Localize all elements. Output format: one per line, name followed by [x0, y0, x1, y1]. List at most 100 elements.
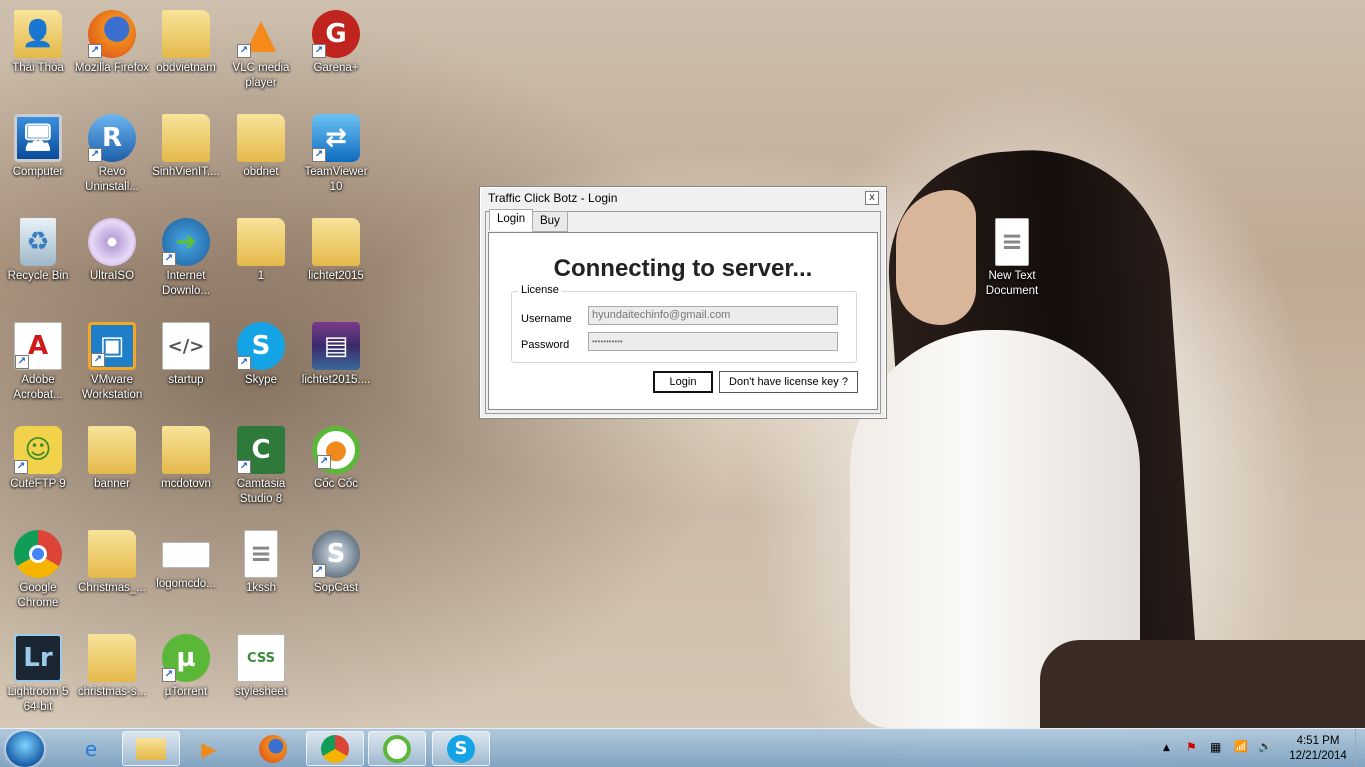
show-desktop-button[interactable] [1355, 729, 1365, 767]
desktop-icon-sopcast[interactable]: S ↗ SopCast [298, 526, 374, 626]
login-button[interactable]: Login [653, 371, 713, 393]
desktop-icon-startup[interactable]: </> startup [148, 318, 224, 418]
desktop-icon-garena[interactable]: G ↗ Garena+ [298, 6, 374, 106]
media-player-icon[interactable]: ▶ [180, 731, 238, 766]
password-field[interactable]: ••••••••••• [588, 332, 838, 351]
teamviewer-icon: ⇄ ↗ [312, 114, 360, 162]
clock-date: 12/21/2014 [1289, 750, 1347, 762]
folder-icon [88, 530, 136, 578]
desktop-icon-skype[interactable]: S ↗ Skype [223, 318, 299, 418]
shortcut-arrow-icon: ↗ [237, 460, 251, 474]
desktop-icon-christmas[interactable]: Christmas_... [74, 526, 150, 626]
network-icon[interactable]: 📶 [1234, 740, 1248, 753]
desktop-icon-logomcdo[interactable]: logomcdo... [148, 526, 224, 626]
taskbar: e ▶ S ▲ ⚑ ▦ 📶 🔊 4:51 PM 12/21/2014 [0, 728, 1365, 767]
acrobat-icon: A ↗ [14, 322, 62, 370]
start-button[interactable] [6, 731, 44, 767]
desktop-icon-vlc[interactable]: ▲ ↗ VLC media player [223, 6, 299, 106]
desktop-icon-utorrent[interactable]: µ ↗ µTorrent [148, 630, 224, 730]
action-center-flag-icon[interactable]: ⚑ [1186, 740, 1197, 754]
icon-label: VLC media player [232, 62, 290, 89]
desktop-icon-lichtet2015[interactable]: lichtet2015 [298, 214, 374, 314]
icon-label: New Text Document [985, 270, 1039, 297]
vlc-icon: ▲ ↗ [237, 10, 285, 58]
cuteftp-icon: ☺ ↗ [14, 426, 62, 474]
icon-label: Computer [12, 166, 64, 178]
username-field[interactable]: hyundaitechinfo@gmail.com [588, 306, 838, 325]
desktop-icon-internet-download-manager[interactable]: ➜ ↗ Internet Downlo... [148, 214, 224, 314]
icon-label: SopCast [313, 582, 359, 594]
firefox-icon[interactable] [244, 731, 302, 766]
icon-label: startup [168, 374, 204, 386]
desktop-icon-coc-coc[interactable]: ● ↗ Cốc Cốc [298, 422, 374, 522]
desktop-icon-lightroom[interactable]: Lr Lightroom 5 64-bit [0, 630, 76, 730]
php-file-icon: </> [162, 322, 210, 370]
desktop-icon-lichtet2015-rar[interactable]: ▤ lichtet2015.... [298, 318, 374, 418]
desktop-icon-obdvietnam[interactable]: obdvietnam [148, 6, 224, 106]
volume-icon[interactable]: 🔊 [1258, 740, 1272, 753]
desktop-icon-mcdotovn[interactable]: mcdotovn [148, 422, 224, 522]
explorer-icon[interactable] [122, 731, 180, 766]
desktop-icon-camtasia[interactable]: C ↗ Camtasia Studio 8 [223, 422, 299, 522]
skype-icon[interactable]: S [432, 731, 490, 766]
desktop-icon-adobe-acrobat[interactable]: A ↗ Adobe Acrobat... [0, 318, 76, 418]
shortcut-arrow-icon: ↗ [312, 148, 326, 162]
desktop-icon-ultraiso[interactable]: UltraISO [74, 214, 150, 314]
user-folder-icon: 👤 [14, 10, 62, 58]
icon-label: Skype [245, 374, 277, 386]
icon-label: µTorrent [164, 686, 208, 698]
desktop-icon-vmware[interactable]: ▣ ↗ VMware Workstation [74, 318, 150, 418]
icon-label: Thái Thỏa [12, 62, 64, 74]
folder-icon [88, 426, 136, 474]
shortcut-arrow-icon: ↗ [312, 44, 326, 58]
desktop-icon-computer[interactable]: 🖥 Computer [0, 110, 76, 210]
vmware-icon: ▣ ↗ [88, 322, 136, 370]
wallpaper-sofa [1040, 640, 1365, 728]
desktop-icon-recycle-bin[interactable]: ♻ Recycle Bin [0, 214, 76, 314]
folder-icon [88, 634, 136, 682]
device-icon[interactable]: ▦ [1210, 740, 1221, 754]
shortcut-arrow-icon: ↗ [237, 44, 251, 58]
image-file-icon [162, 542, 210, 568]
desktop-icon-sinhvienit[interactable]: SinhVienIT.... [148, 110, 224, 210]
icon-label: Adobe Acrobat... [13, 374, 63, 401]
icon-label: CuteFTP 9 [10, 478, 66, 490]
license-key-button[interactable]: Don't have license key ? [719, 371, 858, 393]
folder-icon [162, 426, 210, 474]
close-icon[interactable]: x [865, 191, 879, 205]
icon-label: Recycle Bin [7, 270, 69, 282]
desktop-icon-firefox[interactable]: ↗ Mozilla Firefox [74, 6, 150, 106]
tab-login[interactable]: Login [489, 209, 534, 231]
chrome-icon[interactable] [306, 731, 364, 766]
desktop-icon-google-chrome[interactable]: Google Chrome [0, 526, 76, 626]
clock-time: 4:51 PM [1296, 735, 1340, 747]
shortcut-arrow-icon: ↗ [15, 355, 29, 369]
desktop-icon-stylesheet[interactable]: CSS stylesheet [223, 630, 299, 730]
login-dialog: Traffic Click Botz - Login x Login Buy C… [479, 186, 887, 419]
desktop-icon-christmas-s[interactable]: christmas-s... [74, 630, 150, 730]
desktop-icon-banner[interactable]: banner [74, 422, 150, 522]
folder-icon [237, 218, 285, 266]
taskbar-clock[interactable]: 4:51 PM 12/21/2014 [1284, 734, 1352, 764]
shortcut-arrow-icon: ↗ [317, 455, 331, 469]
ie-icon[interactable]: e [62, 731, 120, 766]
desktop-icon-thai-thoa[interactable]: 👤 Thái Thỏa [0, 6, 76, 106]
icon-label: Lightroom 5 64-bit [7, 686, 69, 713]
icon-label: Revo Uninstall... [85, 166, 139, 193]
coccoc-icon[interactable] [368, 731, 426, 766]
login-panel: Connecting to server... License Username… [488, 232, 878, 410]
desktop-icon-revo-uninstaller[interactable]: R ↗ Revo Uninstall... [74, 110, 150, 210]
tab-buy[interactable]: Buy [532, 211, 568, 232]
desktop-icon-new-text-document[interactable]: ≡ New Text Document [974, 214, 1050, 314]
desktop-icon-teamviewer[interactable]: ⇄ ↗ TeamViewer 10 [298, 110, 374, 210]
folder-icon [312, 218, 360, 266]
firefox-icon: ↗ [88, 10, 136, 58]
show-hidden-icons-icon[interactable]: ▲ [1163, 743, 1170, 753]
desktop-icon-obdnet[interactable]: obdnet [223, 110, 299, 210]
license-group-label: License [518, 284, 562, 296]
desktop-icon-folder-1[interactable]: 1 [223, 214, 299, 314]
shortcut-arrow-icon: ↗ [88, 44, 102, 58]
icon-label: christmas-s... [77, 686, 147, 698]
desktop-icon-1kssh[interactable]: ≡ 1kssh [223, 526, 299, 626]
desktop-icon-cuteftp[interactable]: ☺ ↗ CuteFTP 9 [0, 422, 76, 522]
